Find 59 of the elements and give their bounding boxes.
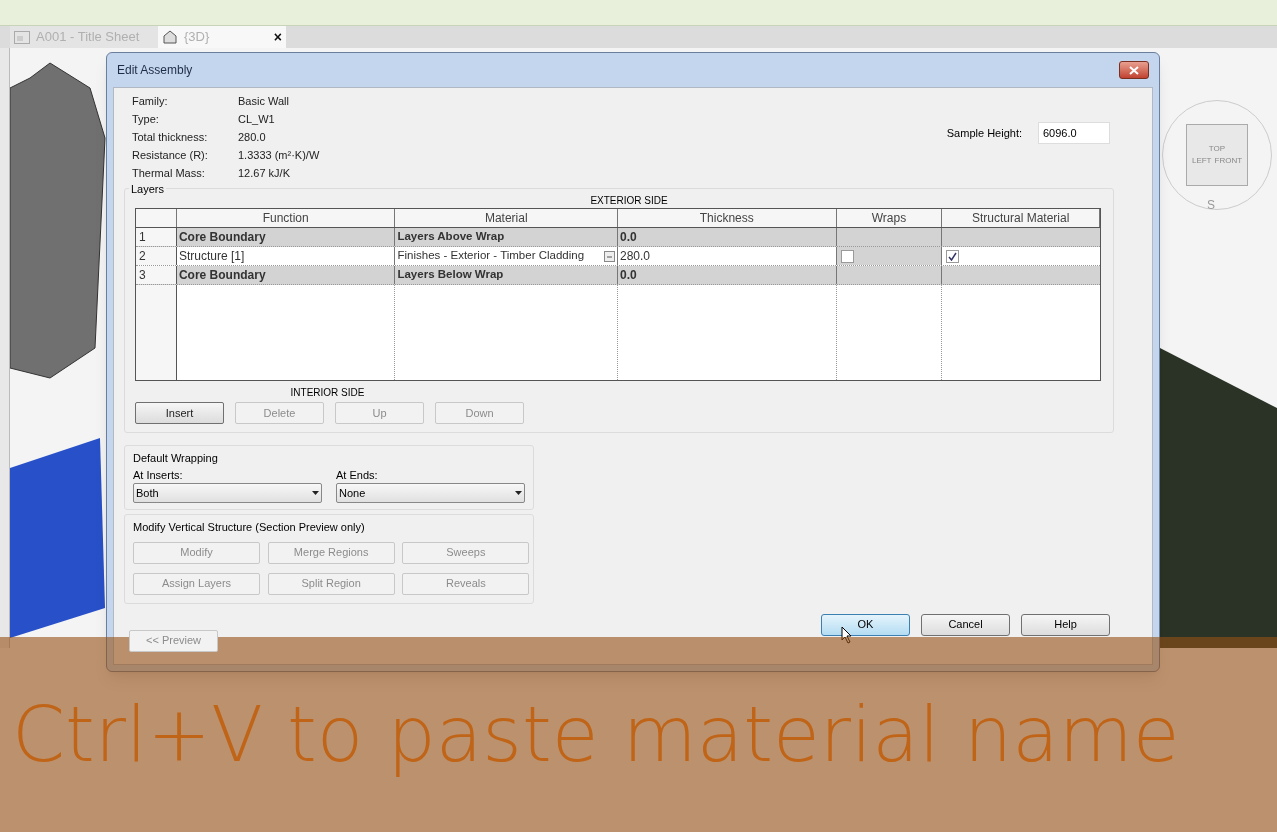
table-cell: Core Boundary (176, 266, 396, 284)
close-tab-button[interactable]: × (273, 26, 282, 48)
column-header: Thickness (618, 209, 837, 227)
table-cell: 0.0 (618, 228, 837, 246)
property-value: CL_W1 (238, 112, 276, 127)
checkbox[interactable] (840, 249, 854, 263)
column-header: Function (176, 209, 396, 227)
cube-face-label[interactable]: TOP (1208, 143, 1226, 155)
dialog-button[interactable]: Help (1021, 613, 1110, 636)
row-number: 3 (136, 266, 177, 284)
close-button[interactable] (1119, 61, 1149, 79)
field-label: At Inserts: (133, 467, 184, 483)
mouse-pointer-icon (841, 625, 853, 644)
group-title: Default Wrapping (133, 451, 219, 466)
property-label: Family: (132, 94, 169, 109)
property-label: Resistance (R): (132, 148, 209, 163)
compass-label: S (1207, 197, 1215, 214)
dialog-button[interactable]: OK (821, 613, 910, 636)
view-tab[interactable]: {3D} × (158, 26, 286, 48)
house-icon (162, 30, 178, 44)
browse-icon[interactable] (604, 250, 615, 262)
property-label: Thermal Mass: (132, 166, 206, 181)
layer-button[interactable]: Insert (135, 402, 224, 424)
caret-icon (515, 491, 522, 495)
property-label: Type: (132, 112, 160, 127)
interior-side-label: INTERIOR SIDE (290, 386, 365, 400)
group-title: Modify Vertical Structure (Section Preview only) (133, 520, 366, 535)
row-number: 1 (136, 228, 177, 246)
sample-height-field[interactable]: 6096.0 (1038, 122, 1110, 144)
property-value: 1.3333 (m²·K)/W (238, 148, 320, 163)
tab-label: {3D} (184, 28, 210, 47)
table-cell: Core Boundary (176, 228, 396, 246)
property-value: 280.0 (238, 130, 267, 145)
caret-icon (312, 491, 319, 495)
wrapping-dropdown[interactable]: None (336, 483, 525, 503)
column-header: Material (395, 209, 618, 227)
field-label: At Ends: (336, 467, 379, 483)
wrapping-dropdown[interactable]: Both (133, 483, 322, 503)
table-cell-text: Finishes - Exterior - Timber Cladding (397, 248, 585, 264)
table-cell-text: Layers Below Wrap (397, 267, 504, 283)
checkbox[interactable] (946, 249, 960, 263)
column-header: Structural Material (942, 209, 1100, 227)
dialog-title: Edit Assembly (117, 62, 193, 79)
row-number: 2 (136, 247, 177, 265)
column-header: Wraps (836, 209, 943, 227)
dialog-button[interactable]: Cancel (921, 613, 1010, 636)
sheet-icon (14, 30, 30, 44)
property-value: Basic Wall (238, 94, 290, 109)
field-label: Sample Height: (946, 125, 1022, 141)
table-cell-text: Layers Above Wrap (397, 229, 505, 245)
cube-face-label[interactable]: FRONT (1214, 155, 1243, 167)
close-icon (1129, 65, 1139, 75)
cube-face-label[interactable]: LEFT (1191, 155, 1212, 167)
table-cell: Structure [1] (176, 247, 396, 265)
table-cell: 280.0 (618, 247, 837, 265)
table-cell: 0.0 (618, 266, 837, 284)
property-value: 12.67 kJ/K (238, 166, 291, 181)
property-label: Total thickness: (132, 130, 209, 145)
exterior-side-label: EXTERIOR SIDE (590, 194, 668, 208)
